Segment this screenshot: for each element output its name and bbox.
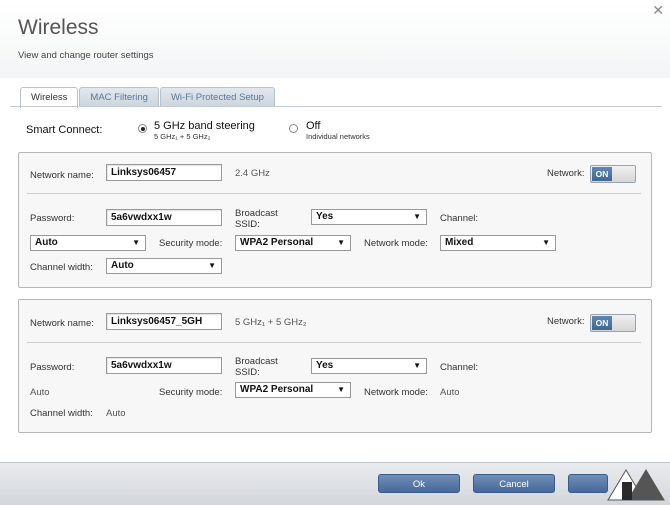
divider xyxy=(27,342,641,343)
tab-wifi-protected-setup[interactable]: Wi-Fi Protected Setup xyxy=(159,87,275,107)
dialog-header: Wireless View and change router settings… xyxy=(0,0,670,78)
page-title: Wireless xyxy=(18,16,99,39)
network-mode-value: Mixed xyxy=(445,237,474,248)
broadcast-ssid-select[interactable]: Yes ▼ xyxy=(311,209,427,225)
channel-value: Auto xyxy=(30,387,50,398)
security-mode-select[interactable]: WPA2 Personal ▼ xyxy=(235,382,351,398)
password-input[interactable]: 5a6vwdxx1w xyxy=(106,357,222,374)
band-label: 5 GHz₁ + 5 GHz₂ xyxy=(235,317,307,328)
channel-value: Auto xyxy=(35,237,58,248)
apply-button[interactable] xyxy=(568,474,608,493)
network-toggle-label: Network: xyxy=(547,316,585,327)
toggle-on-label: ON xyxy=(592,167,612,181)
channel-label: Channel: xyxy=(440,213,479,224)
network-mode-label: Network mode: xyxy=(364,238,428,249)
security-mode-value: WPA2 Personal xyxy=(240,384,314,395)
network-toggle[interactable]: ON xyxy=(590,314,636,332)
tab-bar: Wireless MAC Filtering Wi-Fi Protected S… xyxy=(20,87,276,108)
channel-width-value: Auto xyxy=(111,260,134,271)
toggle-on-label: ON xyxy=(592,316,612,330)
network-toggle[interactable]: ON xyxy=(590,165,636,183)
broadcast-ssid-label: Broadcast xyxy=(235,208,278,219)
network-name-input[interactable]: Linksys06457 xyxy=(106,164,222,181)
chevron-down-icon: ▼ xyxy=(208,261,216,270)
security-mode-label: Security mode: xyxy=(159,238,223,249)
divider xyxy=(27,193,641,194)
network-name-input[interactable]: Linksys06457_5GH xyxy=(106,313,222,330)
ok-button[interactable]: Ok xyxy=(378,474,460,493)
security-mode-label: Security mode: xyxy=(159,387,223,398)
chevron-down-icon: ▼ xyxy=(542,238,550,247)
band-steering-sublabel: 5 GHz₁ + 5 GHz₂ xyxy=(154,132,211,141)
legit-reviews-logo xyxy=(607,469,665,501)
password-input[interactable]: 5a6vwdxx1w xyxy=(106,209,222,226)
smart-connect-off-label[interactable]: Off xyxy=(306,120,320,132)
security-mode-value: WPA2 Personal xyxy=(240,237,314,248)
channel-label: Channel: xyxy=(440,362,479,373)
channel-width-select[interactable]: Auto ▼ xyxy=(106,258,222,274)
channel-select[interactable]: Auto ▼ xyxy=(30,235,146,251)
chevron-down-icon: ▼ xyxy=(413,212,421,221)
tab-wireless[interactable]: Wireless xyxy=(20,87,79,108)
security-mode-select[interactable]: WPA2 Personal ▼ xyxy=(235,235,351,251)
broadcast-ssid-value: Yes xyxy=(316,211,334,222)
smart-connect-off-sublabel: Individual networks xyxy=(306,132,370,141)
tab-mac-filtering[interactable]: MAC Filtering xyxy=(79,87,159,107)
close-icon[interactable]: ✕ xyxy=(652,2,664,19)
band-label: 2.4 GHz xyxy=(235,168,270,179)
channel-width-label: Channel width: xyxy=(30,262,93,273)
network-name-label: Network name: xyxy=(30,170,94,181)
page-subtitle: View and change router settings xyxy=(18,50,154,61)
network-toggle-label: Network: xyxy=(547,168,585,179)
smart-connect-off-radio[interactable] xyxy=(289,124,298,133)
band-steering-radio[interactable] xyxy=(138,124,147,133)
broadcast-ssid-label-2: SSID: xyxy=(235,367,260,378)
broadcast-ssid-label-2: SSID: xyxy=(235,219,260,230)
broadcast-ssid-value: Yes xyxy=(316,360,334,371)
chevron-down-icon: ▼ xyxy=(337,238,345,247)
channel-width-label: Channel width: xyxy=(30,408,93,419)
chevron-down-icon: ▼ xyxy=(337,385,345,394)
network-mode-label: Network mode: xyxy=(364,387,428,398)
smart-connect-label: Smart Connect: xyxy=(26,124,103,136)
chevron-down-icon: ▼ xyxy=(413,361,421,370)
chevron-down-icon: ▼ xyxy=(132,238,140,247)
network-mode-select[interactable]: Mixed ▼ xyxy=(440,235,556,251)
channel-width-value: Auto xyxy=(106,408,126,419)
broadcast-ssid-label: Broadcast xyxy=(235,356,278,367)
password-label: Password: xyxy=(30,213,75,224)
band-steering-label[interactable]: 5 GHz band steering xyxy=(154,120,255,132)
password-label: Password: xyxy=(30,362,75,373)
network-mode-value: Auto xyxy=(440,387,460,398)
network-name-label: Network name: xyxy=(30,318,94,329)
broadcast-ssid-select[interactable]: Yes ▼ xyxy=(311,358,427,374)
cancel-button[interactable]: Cancel xyxy=(473,474,555,493)
